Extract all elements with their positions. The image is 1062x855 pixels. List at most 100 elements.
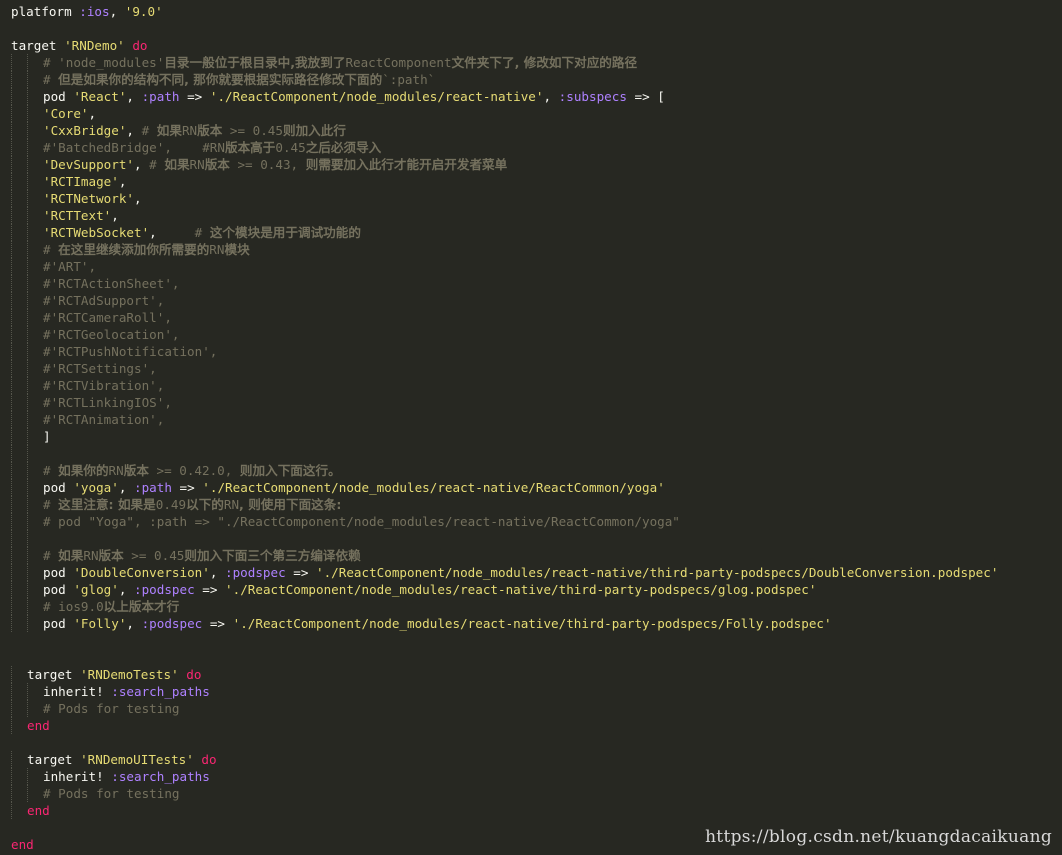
code-token: 目录一般位于根目录中,我放到了 [164,55,346,70]
code-line[interactable]: # 如果你的RN版本 >= 0.42.0, 则加入下面这行。 [11,462,1062,479]
code-line[interactable]: #'RCTLinkingIOS', [11,394,1062,411]
code-line[interactable]: target 'RNDemoUITests' do [11,751,1062,768]
code-line[interactable] [11,530,1062,547]
code-line[interactable]: ] [11,428,1062,445]
code-line[interactable]: 'RCTWebSocket', # 这个模块是用于调试功能的 [11,224,1062,241]
indent-guide [27,156,28,173]
code-line[interactable]: inherit! :search_paths [11,768,1062,785]
code-token: '9.0' [124,4,163,19]
code-line[interactable]: # Pods for testing [11,700,1062,717]
indent-guide [11,275,12,292]
code-line[interactable]: #'RCTCameraRoll', [11,309,1062,326]
code-line[interactable]: end [11,717,1062,734]
code-token: 'yoga' [73,480,119,495]
code-line[interactable]: #'RCTPushNotification', [11,343,1062,360]
indent-guide [11,343,12,360]
indent-guide [27,785,28,802]
indent-guide [11,547,12,564]
code-token: , [543,89,559,104]
indent-guide [27,360,28,377]
code-line[interactable]: #'RCTAnimation', [11,411,1062,428]
code-token: :search_paths [111,684,210,699]
indent-guide [11,326,12,343]
code-line[interactable]: #'RCTVibration', [11,377,1062,394]
code-token: target [27,752,81,767]
code-line[interactable]: #'RCTAdSupport', [11,292,1062,309]
code-token: 则加入下面三个第三方编译依赖 [184,548,361,563]
code-line[interactable] [11,649,1062,666]
code-token: RN [83,548,99,563]
code-line[interactable]: #'BatchedBridge', #RN版本高于0.45之后必须导入 [11,139,1062,156]
indent-guide [11,88,12,105]
code-line[interactable]: # 这里注意: 如果是0.49以下的RN, 则使用下面这条: [11,496,1062,513]
code-line[interactable]: 'RCTText', [11,207,1062,224]
code-line[interactable] [11,632,1062,649]
code-token: , [134,191,142,206]
code-line[interactable] [11,445,1062,462]
code-line[interactable]: # 如果RN版本 >= 0.45则加入下面三个第三方编译依赖 [11,547,1062,564]
code-token: './ReactComponent/node_modules/react-nat… [209,89,544,104]
code-token: 'RNDemoTests' [80,667,179,682]
code-token: 以上版本才行 [103,599,180,614]
code-token: pod [43,89,74,104]
code-token: #'RCTCameraRoll', [43,310,172,325]
code-line[interactable]: pod 'glog', :podspec => './ReactComponen… [11,581,1062,598]
code-line[interactable]: 'RCTImage', [11,173,1062,190]
code-line[interactable]: #'RCTSettings', [11,360,1062,377]
indent-guide [11,581,12,598]
code-token: # 'node_modules' [43,55,165,70]
code-line[interactable]: platform :ios, '9.0' [11,3,1062,20]
code-line[interactable]: pod 'yoga', :path => './ReactComponent/n… [11,479,1062,496]
code-token: 则加入下面这行。 [239,463,341,478]
code-token: RN [189,157,205,172]
code-line[interactable] [11,20,1062,37]
code-line[interactable]: target 'RNDemoTests' do [11,666,1062,683]
code-line[interactable]: # Pods for testing [11,785,1062,802]
code-token: #'RCTActionSheet', [43,276,180,291]
indent-guide [27,207,28,224]
indent-guide [27,122,28,139]
code-token: 在这里继续添加你所需要的 [58,242,210,257]
indent-guide [11,309,12,326]
code-token: #'RCTLinkingIOS', [43,395,172,410]
indent-guide [11,530,12,547]
code-line[interactable]: # pod "Yoga", :path => "./ReactComponent… [11,513,1062,530]
indent-guide [11,258,12,275]
code-lines[interactable]: platform :ios, '9.0' target 'RNDemo' do # … [11,3,1062,853]
code-token: #'RCTVibration', [43,378,165,393]
code-line[interactable]: inherit! :search_paths [11,683,1062,700]
code-token: >= 0.45 [222,123,283,138]
code-line[interactable]: pod 'React', :path => './ReactComponent/… [11,88,1062,105]
code-line[interactable]: pod 'Folly', :podspec => './ReactCompone… [11,615,1062,632]
code-line[interactable]: 'RCTNetwork', [11,190,1062,207]
code-line[interactable]: # ios9.0以上版本才行 [11,598,1062,615]
code-editor[interactable]: platform :ios, '9.0' target 'RNDemo' do # … [0,0,1062,855]
code-token: 如果你的 [58,463,109,478]
code-line[interactable]: #'RCTGeolocation', [11,326,1062,343]
code-token: 'DevSupport' [43,157,134,172]
code-token: end [27,803,50,818]
code-line[interactable]: #'RCTActionSheet', [11,275,1062,292]
indent-guide [11,751,12,768]
indent-guide [27,581,28,598]
code-token: 版本 [197,123,223,138]
code-line[interactable]: # 'node_modules'目录一般位于根目录中,我放到了ReactComp… [11,54,1062,71]
indent-guide [11,564,12,581]
code-token: ] [43,429,51,444]
code-line[interactable]: 'Core', [11,105,1062,122]
indent-guide [11,156,12,173]
code-line[interactable]: # 在这里继续添加你所需要的RN模块 [11,241,1062,258]
code-token: # [43,497,59,512]
code-line[interactable]: 'DevSupport', # 如果RN版本 >= 0.43, 则需要加入此行才… [11,156,1062,173]
indent-guide [11,241,12,258]
code-line[interactable]: target 'RNDemo' do [11,37,1062,54]
code-token: :search_paths [111,769,210,784]
code-line[interactable]: pod 'DoubleConversion', :podspec => './R… [11,564,1062,581]
code-token: './ReactComponent/node_modules/react-nat… [232,616,832,631]
code-line[interactable]: #'ART', [11,258,1062,275]
code-token: #'RCTSettings', [43,361,157,376]
code-line[interactable]: # 但是如果你的结构不同, 那你就要根据实际路径修改下面的`:path` [11,71,1062,88]
code-line[interactable]: 'CxxBridge', # 如果RN版本 >= 0.45则加入此行 [11,122,1062,139]
code-line[interactable] [11,734,1062,751]
code-line[interactable]: end [11,802,1062,819]
